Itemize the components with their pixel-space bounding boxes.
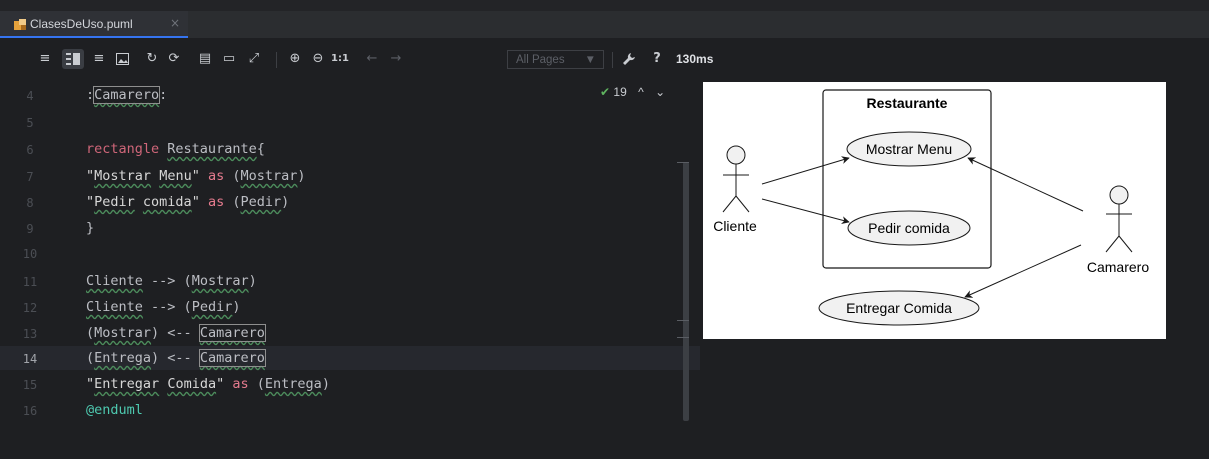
layout-editor-only-icon[interactable]: ≡ — [36, 49, 54, 69]
tab-filename: ClasesDeUso.puml — [30, 17, 133, 31]
previous-highlight-icon[interactable]: ^ — [638, 85, 644, 99]
reload-icon[interactable]: ⟳ — [165, 49, 183, 69]
code-line: rectangle Restaurante{ — [86, 141, 265, 157]
code-editor[interactable]: 4 5 6 7 8 9 10 11 12 13 14 15 16 :Camare… — [0, 79, 700, 459]
line-number: 15 — [22, 378, 38, 392]
check-icon: ✔ — [600, 85, 611, 99]
scroll-marker — [677, 320, 689, 321]
usecase-label: Pedir comida — [868, 220, 950, 236]
window-top-strip — [0, 0, 1209, 11]
actor-camarero-figure — [1105, 185, 1133, 253]
code-line: @enduml — [86, 402, 143, 418]
actor-label: Camarero — [1087, 259, 1149, 275]
inspection-widget[interactable]: ✔ 19 ^ ⌄ — [600, 85, 665, 99]
line-number: 6 — [26, 143, 34, 157]
tab-clasesdeuso[interactable]: ClasesDeUso.puml × — [0, 11, 188, 38]
code-line: "Pedir comida" as (Pedir) — [86, 194, 290, 210]
toolbar-divider — [612, 52, 613, 68]
plantuml-file-icon — [14, 19, 26, 30]
code-line: "Entregar Comida" as (Entrega) — [86, 376, 330, 392]
tab-close-icon[interactable]: × — [170, 16, 180, 30]
actor-label: Cliente — [713, 218, 757, 234]
usecase-diagram: Restaurante Mostrar Menu Pedir comida En… — [713, 89, 1149, 326]
line-number: 12 — [22, 301, 38, 315]
editor-scrollbar[interactable] — [683, 162, 689, 421]
editor-tab-bar: ClasesDeUso.puml × — [0, 11, 1209, 39]
inspection-count: 19 — [613, 85, 627, 99]
line-number: 10 — [22, 247, 38, 261]
line-number: 16 — [22, 404, 38, 418]
usecase-label: Mostrar Menu — [866, 141, 952, 157]
wrench-icon[interactable] — [620, 49, 638, 69]
previous-page-icon[interactable]: ← — [363, 49, 381, 69]
zoom-actual-button[interactable]: 1:1 — [331, 49, 349, 69]
zoom-in-icon[interactable]: ⊕ — [286, 49, 304, 69]
scroll-marker — [677, 337, 689, 338]
layout-split-icon[interactable] — [62, 49, 84, 69]
render-time: 130ms — [676, 52, 714, 66]
layout-preview-only-icon[interactable] — [113, 49, 131, 69]
pages-dropdown[interactable]: All Pages ▼ — [507, 50, 604, 69]
line-number: 7 — [26, 170, 34, 184]
diagram-preview[interactable]: Restaurante Mostrar Menu Pedir comida En… — [703, 82, 1166, 339]
open-external-icon[interactable]: ⤢ — [245, 49, 263, 69]
chevron-down-icon: ▼ — [584, 54, 596, 66]
code-line: :Camarero: — [86, 86, 168, 104]
code-line: "Mostrar Menu" as (Mostrar) — [86, 168, 306, 184]
copy-icon[interactable]: ▤ — [196, 49, 214, 69]
next-highlight-icon[interactable]: ⌄ — [655, 85, 665, 99]
code-line: Cliente --> (Pedir) — [86, 299, 241, 315]
plantuml-toolbar: ≡ ≡ ↻ ⟳ ▤ ▭ ⤢ ⊕ ⊖ 1:1 ← → All Pages ▼ ? … — [0, 39, 1209, 79]
line-number-active: 14 — [22, 352, 38, 366]
rectangle-title: Restaurante — [867, 95, 948, 111]
toolbar-divider — [276, 52, 277, 68]
help-button[interactable]: ? — [648, 49, 666, 69]
usecase-label: Entregar Comida — [846, 300, 952, 316]
line-number: 9 — [26, 222, 34, 236]
code-line: } — [86, 220, 95, 236]
next-page-icon[interactable]: → — [387, 49, 405, 69]
refresh-icon[interactable]: ↻ — [143, 49, 161, 69]
line-number: 13 — [22, 327, 38, 341]
line-number: 4 — [26, 89, 34, 103]
code-line: (Entrega) <-- Camarero — [86, 349, 266, 367]
save-icon[interactable]: ▭ — [220, 49, 238, 69]
pages-dropdown-value: All Pages — [516, 54, 565, 66]
code-line: Cliente --> (Mostrar) — [86, 273, 257, 289]
scroll-marker — [677, 162, 689, 163]
zoom-out-icon[interactable]: ⊖ — [309, 49, 327, 69]
line-number: 5 — [26, 116, 34, 130]
actor-cliente-figure — [722, 145, 750, 213]
layout-horizontal-icon[interactable]: ≡ — [90, 49, 108, 69]
line-number: 8 — [26, 196, 34, 210]
line-number: 11 — [22, 275, 38, 289]
code-line: (Mostrar) <-- Camarero — [86, 324, 266, 342]
